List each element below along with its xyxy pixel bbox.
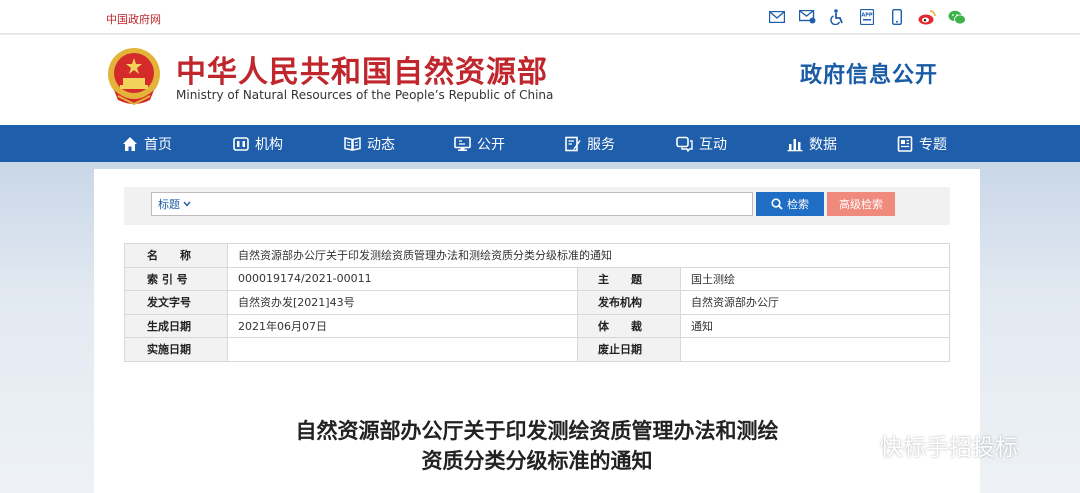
nav-item-label: 数据 bbox=[809, 136, 837, 153]
wechat-icon bbox=[838, 431, 871, 458]
wechat-icon[interactable] bbox=[946, 8, 968, 26]
edit-icon bbox=[565, 136, 581, 151]
bar-chart-icon bbox=[787, 138, 803, 151]
svg-text:APP: APP bbox=[861, 13, 873, 19]
search-field-select[interactable]: 标题 bbox=[152, 193, 191, 215]
advanced-search-label: 高级检索 bbox=[839, 198, 883, 211]
site-name-en: Ministry of Natural Resources of the Peo… bbox=[176, 88, 554, 102]
genre-label: 体 裁 bbox=[577, 313, 681, 338]
table-row: 索 引 号 000019174/2021-00011 主 题 国土测绘 bbox=[124, 266, 950, 291]
watermark: 快标手招投标 bbox=[838, 428, 1018, 462]
effective-value bbox=[227, 337, 578, 362]
genre-value: 通知 bbox=[680, 313, 950, 338]
docno-value: 自然资办发[2021]43号 bbox=[227, 290, 578, 315]
nav-item-news[interactable]: 动态 bbox=[344, 125, 395, 162]
search-icon bbox=[771, 198, 783, 210]
index-label: 索 引 号 bbox=[124, 266, 228, 291]
advanced-search-button[interactable]: 高级检索 bbox=[827, 192, 895, 216]
watermark-text: 快标手招投标 bbox=[880, 435, 1018, 461]
nav-item-label: 首页 bbox=[144, 136, 172, 153]
home-icon bbox=[123, 136, 137, 151]
created-value: 2021年06月07日 bbox=[227, 313, 578, 338]
subject-value: 国土测绘 bbox=[680, 266, 950, 291]
weibo-icon[interactable] bbox=[916, 8, 938, 26]
org-icon bbox=[233, 136, 249, 151]
site-name-cn: 中华人民共和国自然资源部 bbox=[176, 55, 548, 90]
chevron-down-icon bbox=[183, 201, 191, 207]
chat-icon bbox=[676, 136, 693, 152]
table-row: 生成日期 2021年06月07日 体 裁 通知 bbox=[124, 313, 950, 338]
document-meta-table: 名 称 自然资源部办公厅关于印发测绘资质管理办法和测绘资质分类分级标准的通知 索… bbox=[124, 243, 950, 362]
top-icon-group: APP bbox=[766, 8, 968, 26]
nav-item-label: 服务 bbox=[587, 136, 615, 153]
name-label: 名 称 bbox=[124, 243, 228, 268]
search-button-label: 检索 bbox=[787, 198, 809, 211]
main-nav: 首页 机构 动态 公开 服务 互动 数据 专题 bbox=[0, 125, 1080, 162]
national-emblem-icon bbox=[108, 48, 160, 106]
top-bar: 中国政府网 APP bbox=[0, 0, 1080, 34]
nav-item-topics[interactable]: 专题 bbox=[897, 125, 947, 162]
subject-label: 主 题 bbox=[577, 266, 681, 291]
search-input[interactable] bbox=[151, 192, 753, 216]
effective-label: 实施日期 bbox=[124, 337, 228, 362]
docno-label: 发文字号 bbox=[124, 290, 228, 315]
email-icon[interactable] bbox=[766, 8, 788, 26]
table-row: 实施日期 废止日期 bbox=[124, 337, 950, 362]
nav-item-label: 专题 bbox=[919, 136, 947, 153]
document-icon bbox=[897, 135, 913, 152]
name-value: 自然资源部办公厅关于印发测绘资质管理办法和测绘资质分类分级标准的通知 bbox=[227, 243, 950, 268]
nav-item-disclosure[interactable]: 公开 bbox=[454, 125, 505, 162]
section-title: 政府信息公开 bbox=[800, 63, 939, 88]
mobile-icon[interactable] bbox=[886, 8, 908, 26]
nav-item-label: 机构 bbox=[255, 136, 283, 153]
monitor-icon bbox=[454, 136, 471, 151]
index-value: 000019174/2021-00011 bbox=[227, 266, 578, 291]
nav-item-label: 公开 bbox=[477, 136, 505, 153]
nav-item-home[interactable]: 首页 bbox=[122, 125, 172, 162]
expired-label: 废止日期 bbox=[577, 337, 681, 362]
nav-item-label: 动态 bbox=[367, 136, 395, 153]
table-row: 发文字号 自然资办发[2021]43号 发布机构 自然资源部办公厅 bbox=[124, 290, 950, 315]
search-field-label: 标题 bbox=[158, 198, 180, 211]
table-row: 名 称 自然资源部办公厅关于印发测绘资质管理办法和测绘资质分类分级标准的通知 bbox=[124, 243, 950, 268]
nav-item-org[interactable]: 机构 bbox=[233, 125, 283, 162]
issuer-value: 自然资源部办公厅 bbox=[680, 290, 950, 315]
nav-item-service[interactable]: 服务 bbox=[565, 125, 615, 162]
expired-value bbox=[680, 337, 950, 362]
issuer-label: 发布机构 bbox=[577, 290, 681, 315]
created-label: 生成日期 bbox=[124, 313, 228, 338]
nav-item-data[interactable]: 数据 bbox=[787, 125, 837, 162]
site-header: 中华人民共和国自然资源部 Ministry of Natural Resourc… bbox=[0, 35, 1080, 125]
gov-portal-link[interactable]: 中国政府网 bbox=[106, 11, 161, 27]
nav-item-interaction[interactable]: 互动 bbox=[676, 125, 727, 162]
nav-item-label: 互动 bbox=[699, 136, 727, 153]
message-icon[interactable] bbox=[796, 8, 818, 26]
search-button[interactable]: 检索 bbox=[756, 192, 824, 216]
accessibility-icon[interactable] bbox=[826, 8, 848, 26]
book-icon bbox=[344, 136, 361, 151]
app-icon[interactable]: APP bbox=[856, 8, 878, 26]
